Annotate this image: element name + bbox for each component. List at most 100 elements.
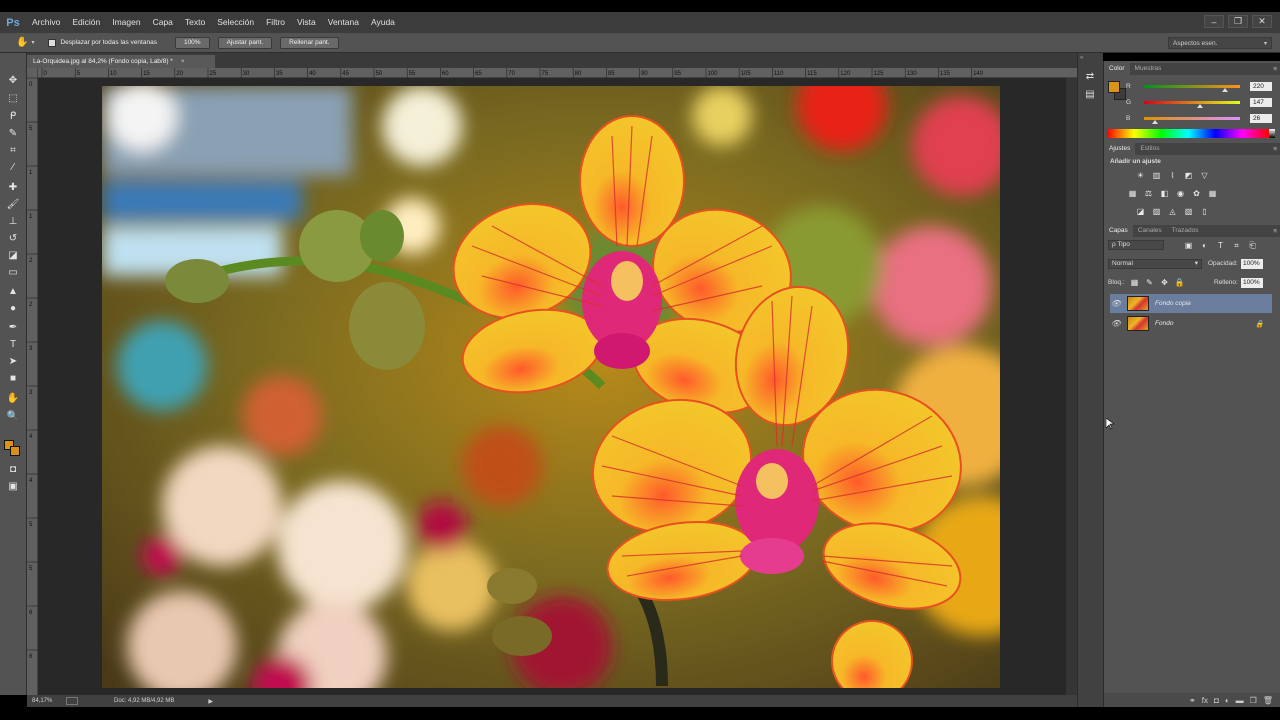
history-panel-icon[interactable]: ⇄	[1082, 71, 1098, 85]
black-white-icon[interactable]: ◧	[1158, 188, 1171, 199]
threshold-icon[interactable]: ◬	[1166, 206, 1179, 217]
opacity-input[interactable]: 100%	[1241, 259, 1263, 269]
delete-layer-icon[interactable]: 🗑	[1263, 696, 1273, 705]
eraser-tool-icon[interactable]: ◪	[5, 248, 21, 262]
gradient-tool-icon[interactable]: ▭	[5, 265, 21, 279]
filter-shape-icon[interactable]: ⌗	[1230, 240, 1243, 251]
shape-tool-icon[interactable]: ■	[5, 371, 21, 385]
new-adjustment-icon[interactable]: ◐	[1225, 696, 1230, 705]
layer-style-icon[interactable]: fx	[1202, 696, 1208, 705]
tab-channels[interactable]: Canales	[1133, 225, 1167, 237]
document-tab[interactable]: La-Orquidea.jpg al 84,2% (Fondo copia, L…	[27, 55, 215, 68]
lasso-tool-icon[interactable]: ᑭ	[5, 109, 21, 123]
play-icon[interactable]: ▶	[208, 698, 213, 705]
orchid-photo-canvas[interactable]	[102, 86, 1000, 688]
photo-filter-icon[interactable]: ◉	[1174, 188, 1187, 199]
menu-filtro[interactable]: Filtro	[260, 12, 291, 33]
red-value[interactable]: 220	[1250, 81, 1272, 91]
clone-stamp-tool-icon[interactable]: ⊥	[5, 214, 21, 228]
selective-color-icon[interactable]: ▧	[1182, 206, 1195, 217]
healing-brush-tool-icon[interactable]: ✚	[5, 180, 21, 194]
zoom-100-button[interactable]: 100%	[174, 36, 210, 49]
brush-tool-icon[interactable]: 🖌	[5, 197, 21, 211]
blur-tool-icon[interactable]: ▲	[5, 284, 21, 298]
visibility-eye-icon[interactable]: 👁	[1110, 319, 1122, 328]
history-brush-tool-icon[interactable]: ↺	[5, 231, 21, 245]
levels-icon[interactable]: ▥	[1150, 170, 1163, 181]
screen-mode-icon[interactable]: ▣	[5, 479, 21, 493]
tab-adjustments[interactable]: Ajustes	[1104, 143, 1136, 155]
link-layers-icon[interactable]: ⚭	[1189, 696, 1196, 705]
type-tool-icon[interactable]: T	[5, 337, 21, 351]
color-spectrum-bar[interactable]	[1107, 129, 1269, 138]
spectrum-black-white[interactable]	[1269, 129, 1275, 138]
panel-menu-icon[interactable]: ≡	[1273, 66, 1277, 73]
zoom-level[interactable]: 84,17%	[32, 698, 62, 704]
blue-value[interactable]: 26	[1250, 113, 1272, 123]
fit-screen-button[interactable]: Ajustar pant.	[217, 36, 273, 49]
hand-tool-icon[interactable]: ✋	[16, 37, 28, 48]
channel-mixer-icon[interactable]: ✿	[1190, 188, 1203, 199]
path-select-tool-icon[interactable]: ➤	[5, 354, 21, 368]
menu-edicion[interactable]: Edición	[66, 12, 106, 33]
green-value[interactable]: 147	[1250, 97, 1272, 107]
lock-position-icon[interactable]: ✥	[1158, 277, 1171, 288]
tab-paths[interactable]: Trazados	[1167, 225, 1204, 237]
vibrance-icon[interactable]: ▽	[1198, 170, 1211, 181]
exposure-icon[interactable]: ◩	[1182, 170, 1195, 181]
layer-row-fondo-copia[interactable]: 👁 Fondo copia	[1110, 294, 1272, 313]
lock-image-icon[interactable]: ✎	[1143, 277, 1156, 288]
lock-all-icon[interactable]: 🔒	[1173, 277, 1186, 288]
menu-ayuda[interactable]: Ayuda	[365, 12, 401, 33]
minimize-button[interactable]: –	[1204, 15, 1224, 28]
close-button[interactable]: ✕	[1252, 15, 1272, 28]
panel-menu-icon[interactable]: ≡	[1273, 146, 1277, 153]
dodge-tool-icon[interactable]: ●	[5, 301, 21, 315]
menu-texto[interactable]: Texto	[179, 12, 211, 33]
red-slider[interactable]: R 220	[1126, 81, 1272, 92]
new-group-icon[interactable]: ▬	[1236, 696, 1244, 705]
new-layer-icon[interactable]: ❐	[1250, 696, 1257, 705]
hand-tool-icon[interactable]: ✋	[5, 391, 21, 405]
invert-icon[interactable]: ◪	[1134, 206, 1147, 217]
quick-select-tool-icon[interactable]: ✎	[5, 126, 21, 140]
menu-seleccion[interactable]: Selección	[211, 12, 260, 33]
color-balance-icon[interactable]: ⚖	[1142, 188, 1155, 199]
export-icon[interactable]	[66, 697, 78, 705]
green-slider[interactable]: G 147	[1126, 97, 1272, 108]
filter-smart-object-icon[interactable]: ⎗	[1246, 240, 1259, 251]
chevron-down-icon[interactable]: ▾	[31, 39, 34, 46]
vertical-scrollbar[interactable]	[1066, 78, 1077, 695]
visibility-eye-icon[interactable]: 👁	[1110, 299, 1122, 308]
layer-row-fondo[interactable]: 👁 Fondo 🔒	[1110, 314, 1272, 333]
properties-panel-icon[interactable]: ▤	[1082, 89, 1098, 103]
gradient-map-icon[interactable]: ▯	[1198, 206, 1211, 217]
filter-adjustment-icon[interactable]: ◐	[1198, 240, 1211, 251]
fill-input[interactable]: 100%	[1241, 278, 1263, 288]
tab-styles[interactable]: Estilos	[1135, 143, 1164, 155]
scroll-all-checkbox[interactable]	[48, 38, 57, 47]
tab-layers[interactable]: Capas	[1104, 225, 1133, 237]
quick-mask-icon[interactable]: ◘	[5, 462, 21, 476]
foreground-color-swatch[interactable]	[1108, 81, 1120, 93]
hue-saturation-icon[interactable]: ▦	[1126, 188, 1139, 199]
restore-button[interactable]: ❐	[1228, 15, 1248, 28]
close-icon[interactable]: ×	[181, 58, 185, 65]
layer-filter-select[interactable]: ρ Tipo	[1108, 240, 1164, 250]
filter-pixel-icon[interactable]: ▣	[1182, 240, 1195, 251]
workspace-select[interactable]: Aspectos esen. ▾	[1168, 37, 1272, 49]
tab-color[interactable]: Color	[1104, 63, 1130, 75]
blend-mode-select[interactable]: Normal ▾	[1108, 259, 1202, 269]
color-lookup-icon[interactable]: ▦	[1206, 188, 1219, 199]
menu-vista[interactable]: Vista	[291, 12, 322, 33]
eyedropper-tool-icon[interactable]: ⁄	[5, 160, 21, 174]
menu-capa[interactable]: Capa	[147, 12, 179, 33]
background-color-swatch[interactable]	[10, 446, 20, 456]
layer-mask-icon[interactable]: ◘	[1214, 696, 1219, 705]
menu-imagen[interactable]: Imagen	[106, 12, 146, 33]
marquee-tool-icon[interactable]: ⬚	[5, 91, 21, 105]
panel-menu-icon[interactable]: ≡	[1273, 228, 1277, 235]
menu-ventana[interactable]: Ventana	[322, 12, 365, 33]
curves-icon[interactable]: ⌇	[1166, 170, 1179, 181]
tab-swatches[interactable]: Muestras	[1130, 63, 1167, 75]
